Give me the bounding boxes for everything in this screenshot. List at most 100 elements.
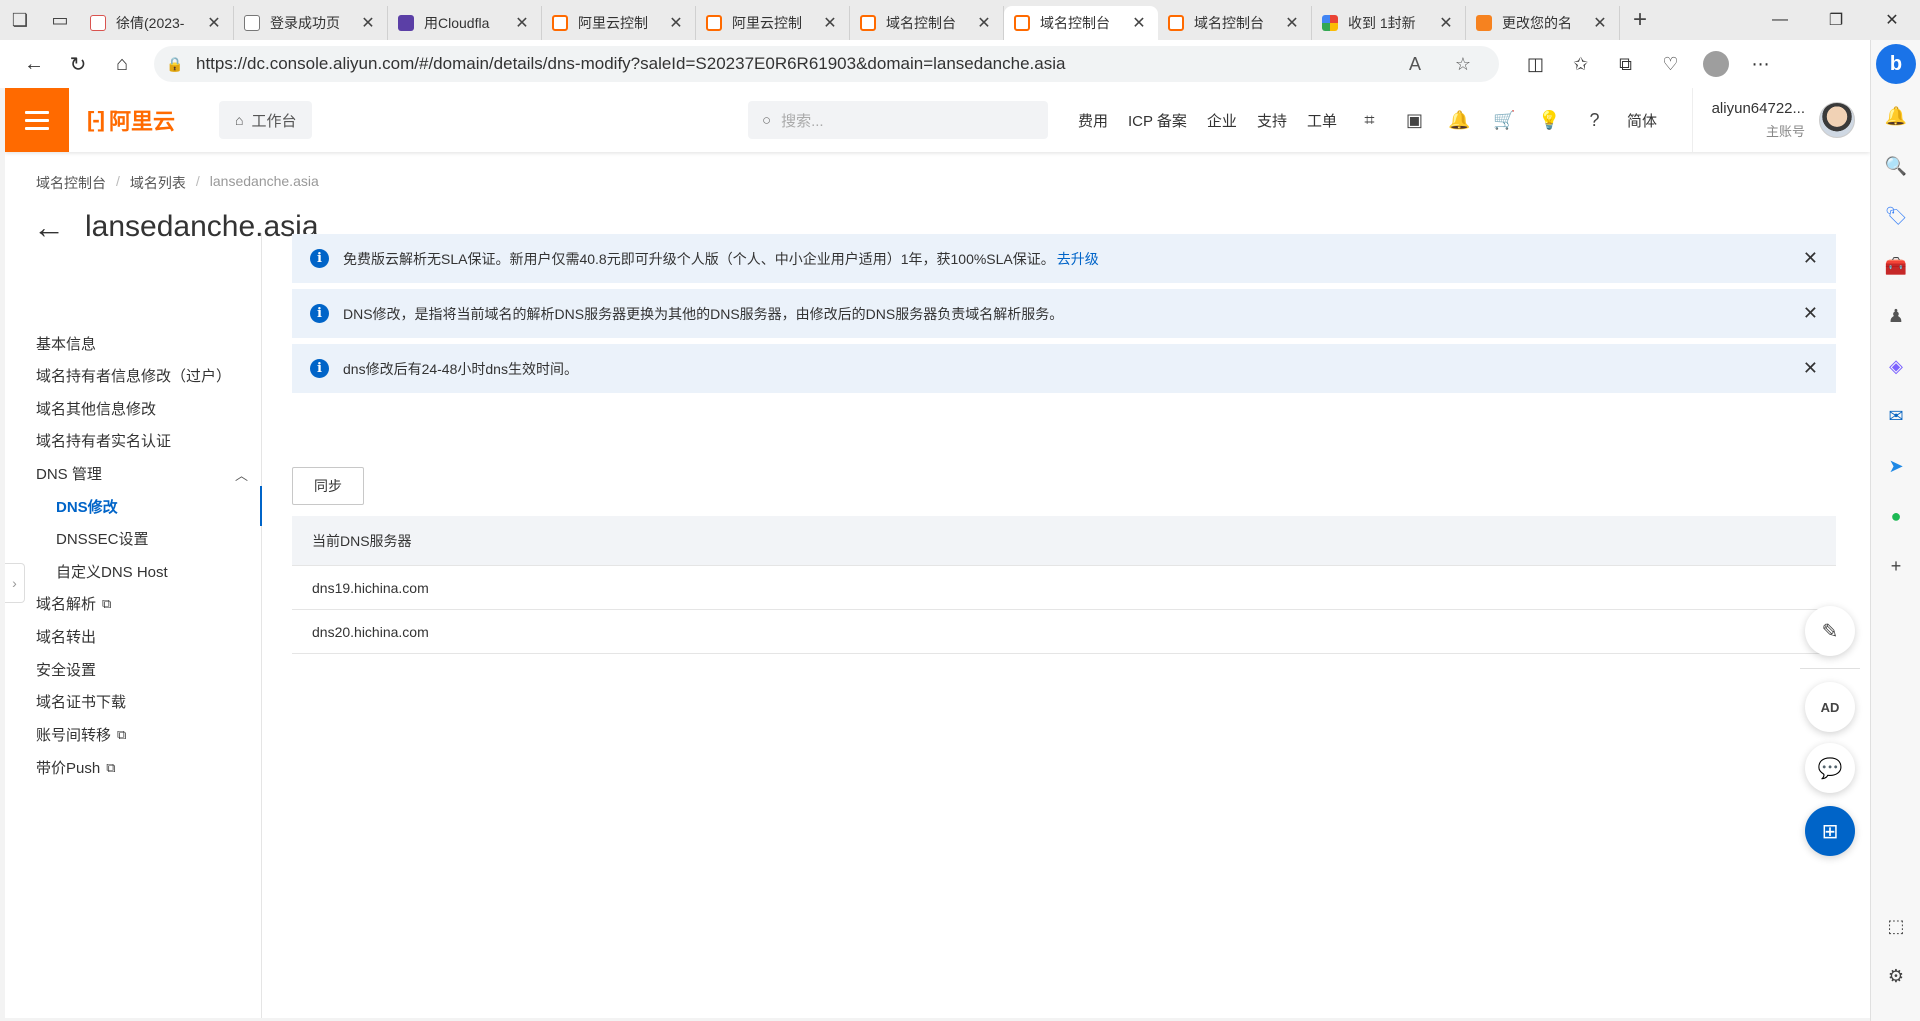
menu-owner-transfer[interactable]: 域名持有者信息修改（过户） bbox=[36, 365, 231, 386]
workspaces-icon[interactable]: ❏ bbox=[0, 0, 40, 40]
menu-realname-auth[interactable]: 域名持有者实名认证 bbox=[36, 430, 171, 451]
close-tab-icon[interactable]: ✕ bbox=[513, 13, 531, 33]
cart-icon[interactable]: 🛒 bbox=[1482, 110, 1527, 131]
menu-transfer-out[interactable]: 域名转出 bbox=[36, 626, 96, 647]
close-tab-icon[interactable]: ✕ bbox=[667, 13, 685, 33]
close-tab-icon[interactable]: ✕ bbox=[205, 13, 223, 33]
breadcrumb-domain-list[interactable]: 域名列表 bbox=[130, 173, 186, 193]
shopping-tag-icon[interactable]: 🏷 bbox=[1880, 200, 1912, 232]
api-icon[interactable]: ⌗ bbox=[1347, 110, 1392, 131]
menu-certificate-download[interactable]: 域名证书下载 bbox=[36, 691, 126, 712]
close-window-icon[interactable]: ✕ bbox=[1864, 0, 1920, 40]
ad-icon[interactable]: AD bbox=[1805, 682, 1855, 732]
menu-icp[interactable]: ICP 备案 bbox=[1118, 110, 1197, 131]
minimize-icon[interactable]: — bbox=[1752, 0, 1808, 40]
profile-icon[interactable] bbox=[1693, 44, 1738, 84]
menu-basic-info[interactable]: 基本信息 bbox=[36, 333, 96, 354]
favorites-icon[interactable]: ✩ bbox=[1558, 44, 1603, 84]
close-icon[interactable]: ✕ bbox=[1803, 249, 1818, 267]
notification-icon[interactable]: 🔔 bbox=[1437, 110, 1482, 131]
close-tab-icon[interactable]: ✕ bbox=[359, 13, 377, 33]
menu-dnssec[interactable]: DNSSEC设置 bbox=[56, 528, 149, 549]
browser-tab[interactable]: 用Cloudfla ✕ bbox=[388, 6, 542, 40]
close-tab-icon[interactable]: ✕ bbox=[1130, 13, 1148, 33]
spotify-icon[interactable]: ● bbox=[1880, 500, 1912, 532]
menu-enterprise[interactable]: 企业 bbox=[1197, 110, 1247, 131]
menu-dns-modify[interactable]: DNS修改 bbox=[56, 496, 118, 517]
restore-icon[interactable]: ❐ bbox=[1808, 0, 1864, 40]
terminal-icon[interactable]: ▣ bbox=[1392, 110, 1437, 131]
feedback-chat-icon[interactable]: 💬 bbox=[1805, 743, 1855, 793]
url-text[interactable]: https://dc.console.aliyun.com/#/domain/d… bbox=[196, 54, 1391, 74]
send-icon[interactable]: ➤ bbox=[1880, 450, 1912, 482]
refresh-icon[interactable]: ↻ bbox=[56, 44, 100, 84]
browser-tab[interactable]: 阿里云控制 ✕ bbox=[542, 6, 696, 40]
menu-dns-management[interactable]: DNS 管理 bbox=[36, 463, 102, 484]
tab-actions-icon[interactable]: ▭ bbox=[40, 0, 80, 40]
external-link-icon: ⧉ bbox=[102, 595, 112, 611]
close-tab-icon[interactable]: ✕ bbox=[975, 13, 993, 33]
browser-tab[interactable]: 登录成功页 ✕ bbox=[234, 6, 388, 40]
edit-pen-icon[interactable]: ✎ bbox=[1805, 606, 1855, 656]
browser-tab[interactable]: 更改您的名 ✕ bbox=[1466, 6, 1620, 40]
menu-other-info[interactable]: 域名其他信息修改 bbox=[36, 398, 156, 419]
bing-chat-icon[interactable]: b bbox=[1876, 44, 1916, 84]
home-icon[interactable]: ⌂ bbox=[100, 44, 144, 84]
menu-custom-dns-host[interactable]: 自定义DNS Host bbox=[56, 561, 168, 582]
menu-account-transfer[interactable]: 账号间转移 ⧉ bbox=[36, 724, 126, 745]
breadcrumb-domain-console[interactable]: 域名控制台 bbox=[36, 173, 106, 193]
upgrade-link[interactable]: 去升级 bbox=[1057, 249, 1099, 269]
menu-price-push[interactable]: 带价Push ⧉ bbox=[36, 757, 116, 778]
menu-domain-resolution[interactable]: 域名解析 ⧉ bbox=[36, 593, 111, 614]
workbench-button[interactable]: ⌂ 工作台 bbox=[219, 101, 313, 139]
new-tab-icon[interactable]: + bbox=[1620, 6, 1660, 34]
browser-tab[interactable]: 徐倩(2023- ✕ bbox=[80, 6, 234, 40]
split-screen-icon[interactable]: ◫ bbox=[1513, 44, 1558, 84]
back-icon[interactable]: ← bbox=[12, 44, 56, 84]
screenshot-icon[interactable]: ⬚ bbox=[1880, 910, 1912, 942]
aliyun-logo[interactable]: [-] 阿里云 bbox=[87, 104, 193, 136]
domain-detail-menu: 基本信息 域名持有者信息修改（过户） 域名其他信息修改 域名持有者实名认证 DN… bbox=[5, 233, 262, 1018]
menu-security-settings[interactable]: 安全设置 bbox=[36, 659, 96, 680]
sync-button[interactable]: 同步 bbox=[292, 467, 364, 505]
browser-essentials-icon[interactable]: ♡ bbox=[1648, 44, 1693, 84]
lightbulb-icon[interactable]: 💡 bbox=[1527, 110, 1572, 131]
outlook-icon[interactable]: ✉ bbox=[1880, 400, 1912, 432]
notification-bell-icon[interactable]: 🔔 bbox=[1880, 100, 1912, 132]
close-icon[interactable]: ✕ bbox=[1803, 359, 1818, 377]
address-bar[interactable]: 🔒 https://dc.console.aliyun.com/#/domain… bbox=[154, 46, 1499, 82]
close-tab-icon[interactable]: ✕ bbox=[1283, 13, 1301, 33]
console-search-input[interactable]: ○ 搜索... bbox=[748, 101, 1048, 139]
search-icon[interactable]: 🔍 bbox=[1880, 150, 1912, 182]
menu-ticket[interactable]: 工单 bbox=[1297, 110, 1347, 131]
collections-icon[interactable]: ⧉ bbox=[1603, 44, 1648, 84]
apps-grid-icon[interactable]: ⊞ bbox=[1805, 806, 1855, 856]
close-icon[interactable]: ✕ bbox=[1803, 304, 1818, 322]
tools-icon[interactable]: 🧰 bbox=[1880, 250, 1912, 282]
sidebar-collapse-toggle[interactable]: › bbox=[5, 563, 25, 603]
favorite-star-icon[interactable]: ☆ bbox=[1439, 54, 1487, 75]
user-account[interactable]: aliyun64722... 主账号 bbox=[1692, 88, 1855, 152]
games-icon[interactable]: ♟ bbox=[1880, 300, 1912, 332]
browser-tab[interactable]: 域名控制台 ✕ bbox=[850, 6, 1004, 40]
avatar[interactable] bbox=[1819, 102, 1855, 138]
close-tab-icon[interactable]: ✕ bbox=[1437, 13, 1455, 33]
chevron-up-icon[interactable]: ︿ bbox=[235, 465, 248, 484]
read-aloud-icon[interactable]: A bbox=[1391, 54, 1439, 75]
browser-tab-active[interactable]: 域名控制台 ✕ bbox=[1004, 6, 1158, 40]
browser-tab[interactable]: 收到 1封新 ✕ bbox=[1312, 6, 1466, 40]
close-tab-icon[interactable]: ✕ bbox=[1591, 13, 1609, 33]
browser-tab[interactable]: 域名控制台 ✕ bbox=[1158, 6, 1312, 40]
lock-icon[interactable]: 🔒 bbox=[166, 56, 196, 73]
browser-tab[interactable]: 阿里云控制 ✕ bbox=[696, 6, 850, 40]
more-options-icon[interactable]: ⋯ bbox=[1738, 44, 1783, 84]
menu-billing[interactable]: 费用 bbox=[1068, 110, 1118, 131]
menu-support[interactable]: 支持 bbox=[1247, 110, 1297, 131]
microsoft365-icon[interactable]: ◈ bbox=[1880, 350, 1912, 382]
sidebar-settings-icon[interactable]: ⚙ bbox=[1880, 960, 1912, 992]
menu-hamburger-icon[interactable] bbox=[5, 88, 69, 152]
add-sidebar-app-icon[interactable]: + bbox=[1880, 550, 1912, 582]
help-icon[interactable]: ? bbox=[1572, 110, 1617, 131]
close-tab-icon[interactable]: ✕ bbox=[821, 13, 839, 33]
language-switch[interactable]: 简体 bbox=[1617, 110, 1667, 131]
